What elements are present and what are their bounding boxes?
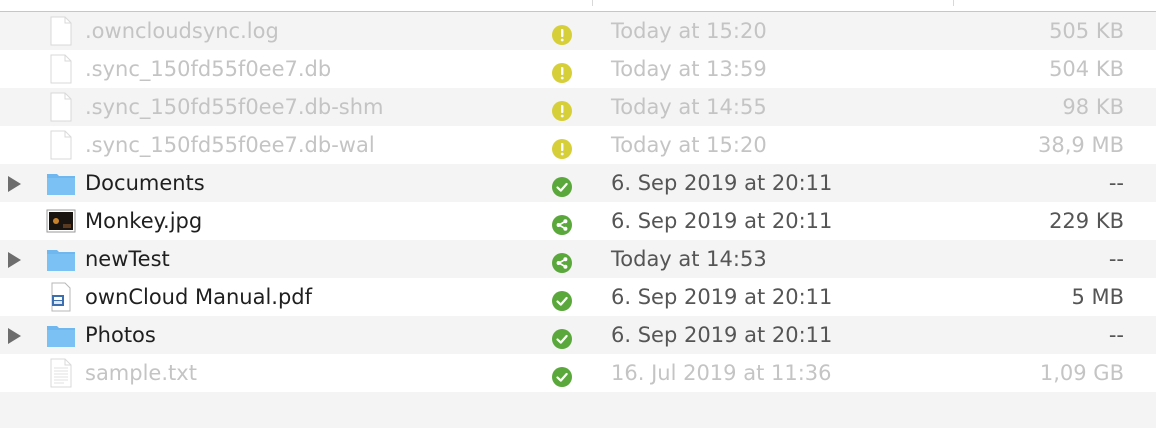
- date-modified: Today at 13:59: [611, 57, 767, 81]
- file-row[interactable]: .sync_150fd55f0ee7.db-shm Today at 14:55 9…: [0, 88, 1156, 126]
- empty-list-area: [0, 392, 1156, 428]
- file-name: .owncloudsync.log: [85, 19, 279, 43]
- file-size: 504 KB: [1049, 57, 1124, 81]
- file-size: 5 MB: [1071, 285, 1124, 309]
- file-name: newTest: [85, 247, 170, 271]
- sync-status-share-icon: [551, 248, 573, 273]
- sync-status-check-icon: [551, 324, 573, 349]
- file-size: 38,9 MB: [1038, 133, 1124, 157]
- image-file-icon: [46, 206, 76, 236]
- file-row[interactable]: ownCloud Manual.pdf 6. Sep 2019 at 20:11 5…: [0, 278, 1156, 316]
- pdf-file-icon: [46, 282, 76, 312]
- sync-status-warning-icon: [551, 58, 573, 83]
- file-size: 1,09 GB: [1039, 361, 1124, 385]
- file-name: .sync_150fd55f0ee7.db-shm: [85, 95, 384, 119]
- file-size: --: [1108, 323, 1124, 347]
- file-row[interactable]: newTest Today at 14:53 --: [0, 240, 1156, 278]
- file-size: --: [1108, 171, 1124, 195]
- date-modified: Today at 14:53: [611, 247, 767, 271]
- file-name: Photos: [85, 323, 156, 347]
- file-row[interactable]: sample.txt 16. Jul 2019 at 11:36 1,09 GB: [0, 354, 1156, 392]
- file-row[interactable]: .sync_150fd55f0ee7.db Today at 13:59 504 K…: [0, 50, 1156, 88]
- file-name: Documents: [85, 171, 205, 195]
- column-separator: [953, 0, 954, 6]
- folder-icon: [46, 168, 76, 198]
- disclosure-triangle-icon[interactable]: [8, 252, 21, 268]
- sync-status-warning-icon: [551, 134, 573, 159]
- file-size: 98 KB: [1062, 95, 1124, 119]
- date-modified: Today at 15:20: [611, 133, 767, 157]
- sync-status-check-icon: [551, 286, 573, 311]
- sync-status-check-icon: [551, 362, 573, 387]
- sync-status-check-icon: [551, 172, 573, 197]
- sync-status-warning-icon: [551, 20, 573, 45]
- file-name: Monkey.jpg: [85, 209, 203, 233]
- date-modified: 6. Sep 2019 at 20:11: [611, 209, 833, 233]
- document-icon: [46, 130, 76, 160]
- text-file-icon: [46, 358, 76, 388]
- file-size: --: [1108, 247, 1124, 271]
- file-name: sample.txt: [85, 361, 197, 385]
- disclosure-triangle-icon[interactable]: [8, 176, 21, 192]
- file-name: .sync_150fd55f0ee7.db-wal: [85, 133, 375, 157]
- file-size: 505 KB: [1049, 19, 1124, 43]
- folder-icon: [46, 244, 76, 274]
- folder-icon: [46, 320, 76, 350]
- date-modified: Today at 15:20: [611, 19, 767, 43]
- document-icon: [46, 92, 76, 122]
- date-modified: 6. Sep 2019 at 20:11: [611, 323, 833, 347]
- file-list: .owncloudsync.log Today at 15:20 505 KB .sy…: [0, 12, 1156, 392]
- sync-status-warning-icon: [551, 96, 573, 121]
- date-modified: 6. Sep 2019 at 20:11: [611, 285, 833, 309]
- file-row[interactable]: Documents 6. Sep 2019 at 20:11 --: [0, 164, 1156, 202]
- document-icon: [46, 54, 76, 84]
- sync-status-share-icon: [551, 210, 573, 235]
- document-icon: [46, 16, 76, 46]
- column-header-strip: [0, 0, 1156, 12]
- file-row[interactable]: .owncloudsync.log Today at 15:20 505 KB: [0, 12, 1156, 50]
- file-row[interactable]: Monkey.jpg 6. Sep 2019 at 20:11 229 KB: [0, 202, 1156, 240]
- file-name: .sync_150fd55f0ee7.db: [85, 57, 332, 81]
- file-row[interactable]: .sync_150fd55f0ee7.db-wal Today at 15:20 3…: [0, 126, 1156, 164]
- file-row[interactable]: Photos 6. Sep 2019 at 20:11 --: [0, 316, 1156, 354]
- disclosure-triangle-icon[interactable]: [8, 328, 21, 344]
- date-modified: 6. Sep 2019 at 20:11: [611, 171, 833, 195]
- file-size: 229 KB: [1049, 209, 1124, 233]
- date-modified: 16. Jul 2019 at 11:36: [611, 361, 832, 385]
- column-separator: [592, 0, 593, 6]
- file-name: ownCloud Manual.pdf: [85, 285, 313, 309]
- date-modified: Today at 14:55: [611, 95, 767, 119]
